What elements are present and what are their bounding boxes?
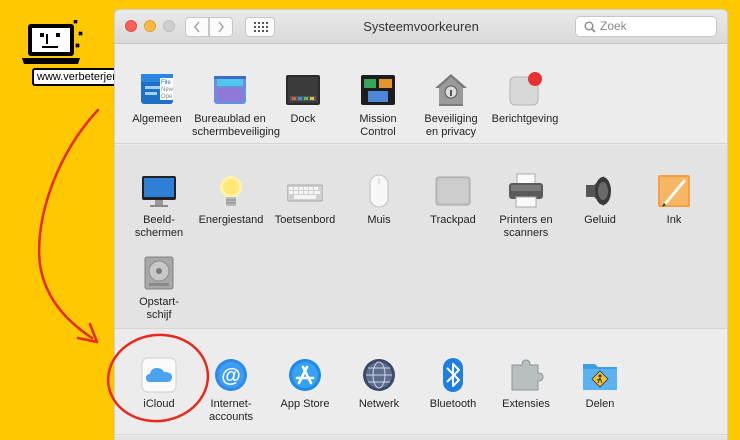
label-netwerk: Netwerk [358,398,400,410]
label-algemeen: Algemeen [132,113,182,125]
pref-netwerk[interactable]: Netwerk [341,357,417,411]
pref-algemeen[interactable]: File New Ope Algemeen [119,72,195,126]
label-internet-2: accounts [208,411,254,423]
label-bureaublad-1: Bureaublad en [194,113,266,125]
pref-dock[interactable]: Dock [265,72,341,126]
pref-extensies[interactable]: Extensies [488,357,564,411]
search-icon [584,21,596,33]
label-berichtgeving: Berichtgeving [491,113,559,125]
annotation-arrowhead [76,322,99,344]
startup-disk-icon [141,255,177,291]
pref-printers[interactable]: Printers en scanners [488,173,564,240]
label-mission-1: Mission [359,113,397,125]
pref-icloud[interactable]: iCloud [121,357,197,411]
laptop-logo-icon [22,20,83,64]
bluetooth-icon [435,357,471,393]
pref-internetaccounts[interactable]: @ Internet-accounts [193,357,269,424]
network-globe-icon [361,357,397,393]
label-beveiliging-1: Beveiliging [424,113,478,125]
general-icon-text-2: New [161,87,174,93]
label-printers-1: Printers en [499,214,553,226]
pref-berichtgeving[interactable]: Berichtgeving [487,72,563,126]
pref-bluetooth[interactable]: Bluetooth [415,357,491,411]
label-bluetooth: Bluetooth [429,398,477,410]
lightbulb-icon [213,173,249,209]
label-delen: Delen [585,398,615,410]
icloud-icon [141,357,177,393]
puzzle-piece-icon [508,357,544,393]
app-store-icon [287,357,323,393]
label-icloud: iCloud [143,398,175,410]
pref-mission-control[interactable]: Mission Control [340,72,416,139]
general-icon-text-3: Ope [161,94,173,100]
search-placeholder: Zoek [600,19,627,33]
label-appstore: App Store [280,398,330,410]
label-opstart-2: schijf [146,309,172,321]
label-beeld-2: schermen [134,227,184,239]
pref-opstartschijf[interactable]: Opstart-schijf [121,255,197,322]
sharing-folder-icon [582,357,618,393]
pref-trackpad[interactable]: Trackpad [415,173,491,227]
section-personal: File New Ope Algemeen Bureaublad en scher… [115,44,727,144]
pref-beeldschermen[interactable]: Beeld-schermen [121,173,197,240]
label-trackpad: Trackpad [430,214,476,226]
annotation-arrow-line [37,108,100,340]
ink-icon [656,173,692,209]
mouse-icon [361,173,397,209]
desktop-icon [212,72,248,108]
pref-bureaublad[interactable]: Bureaublad en schermbeveiliging [192,72,280,139]
dock-icon [285,72,321,108]
display-icon [141,173,177,209]
label-beeld-1: Beeld- [143,214,175,226]
pref-delen[interactable]: Delen [562,357,638,411]
label-opstart-1: Opstart- [139,296,179,308]
general-icon-text-1: File [161,80,171,86]
label-geluid: Geluid [584,214,616,226]
svg-text:@: @ [221,365,241,387]
label-energie: Energiestand [198,214,264,226]
title-bar: Systeemvoorkeuren Zoek [115,10,727,44]
label-extensies: Extensies [502,398,550,410]
keyboard-icon [286,173,324,209]
pref-beveiliging[interactable]: Beveiliging en privacy [413,72,489,139]
pref-appstore[interactable]: App Store [267,357,343,411]
speaker-icon [582,173,618,209]
section-internet: iCloud @ Internet-accounts App Store Net… [115,330,727,435]
pref-muis[interactable]: Muis [341,173,417,227]
at-sign-icon: @ [213,357,249,393]
label-printers-2: scanners [503,227,549,239]
label-bureaublad-2: schermbeveiliging [192,126,281,138]
printer-icon [508,173,544,209]
mission-control-icon [360,72,396,108]
system-preferences-window: Systeemvoorkeuren Zoek File New Ope Alge… [115,10,727,440]
label-ink: Ink [666,214,682,226]
security-house-icon [433,72,469,108]
pref-geluid[interactable]: Geluid [562,173,638,227]
section-hardware: Beeld-schermen Energiestand Toetsenbord … [115,145,727,329]
pref-ink[interactable]: Ink [636,173,712,227]
pref-toetsenbord[interactable]: Toetsenbord [267,173,343,227]
search-field[interactable]: Zoek [575,16,717,37]
section-system [115,436,727,440]
label-internet-1: Internet- [210,398,252,410]
label-beveiliging-2: en privacy [425,126,477,138]
trackpad-icon [435,173,471,209]
general-icon: File New Ope [139,72,175,108]
label-muis: Muis [367,214,391,226]
pref-energiestand[interactable]: Energiestand [193,173,269,227]
label-toetsenbord: Toetsenbord [274,214,336,226]
label-dock: Dock [290,113,316,125]
notifications-icon [507,72,543,108]
label-mission-2: Control [360,126,396,138]
